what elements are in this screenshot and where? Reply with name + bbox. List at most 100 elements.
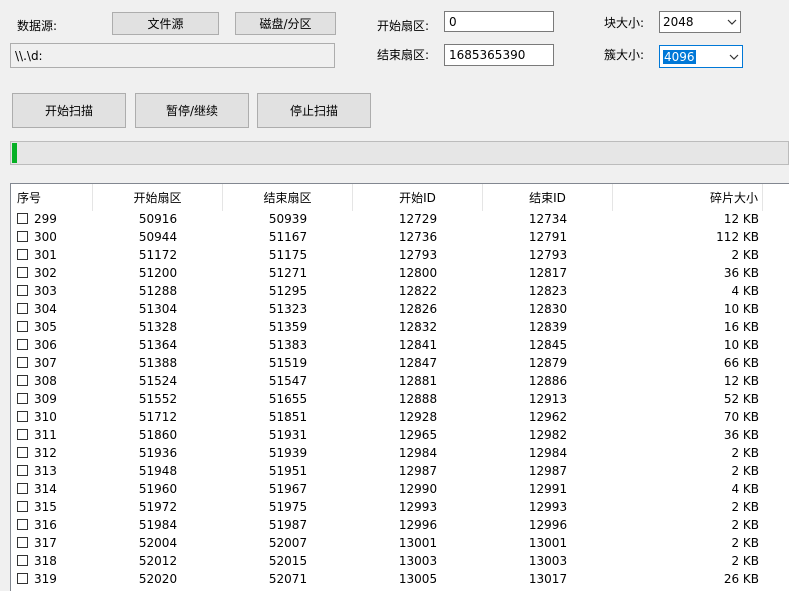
table-row[interactable]: 300 50944 51167 12736 12791 112 KB	[11, 228, 789, 246]
block-size-select[interactable]: 2048	[659, 11, 741, 33]
table-row[interactable]: 311 51860 51931 12965 12982 36 KB	[11, 426, 789, 444]
row-checkbox[interactable]	[17, 501, 28, 512]
table-cell: 309	[34, 392, 57, 406]
column-header[interactable]: 碎片大小	[613, 184, 763, 211]
column-header[interactable]: 结束ID	[483, 184, 613, 211]
table-cell: 2 KB	[731, 464, 759, 478]
row-checkbox[interactable]	[17, 573, 28, 584]
pause-resume-button[interactable]: 暂停/继续	[135, 93, 249, 128]
row-checkbox[interactable]	[17, 357, 28, 368]
table-cell: 314	[34, 482, 57, 496]
table-cell: 51323	[268, 302, 308, 316]
row-checkbox[interactable]	[17, 213, 28, 224]
cluster-size-value: 4096	[663, 49, 696, 64]
table-row[interactable]: 313 51948 51951 12987 12987 2 KB	[11, 462, 789, 480]
source-path-text: \\.\d:	[15, 48, 43, 63]
table-cell: 12822	[398, 284, 438, 298]
table-row[interactable]: 305 51328 51359 12832 12839 16 KB	[11, 318, 789, 336]
table-row[interactable]: 316 51984 51987 12996 12996 2 KB	[11, 516, 789, 534]
row-checkbox[interactable]	[17, 519, 28, 530]
table-cell: 12736	[398, 230, 438, 244]
block-size-label: 块大小:	[604, 16, 645, 30]
table-cell: 12913	[528, 392, 568, 406]
fragment-list[interactable]: 序号 开始扇区 结束扇区 开始ID 结束ID 碎片大小 299 50916 50939 1272…	[10, 183, 789, 591]
table-cell: 12793	[398, 248, 438, 262]
source-path-field[interactable]: \\.\d:	[10, 43, 335, 68]
table-row[interactable]: 314 51960 51967 12990 12991 4 KB	[11, 480, 789, 498]
stop-scan-button[interactable]: 停止扫描	[257, 93, 371, 128]
start-sector-label: 开始扇区:	[377, 19, 430, 33]
table-cell: 2 KB	[731, 536, 759, 550]
table-cell: 311	[34, 428, 57, 442]
table-row[interactable]: 307 51388 51519 12847 12879 66 KB	[11, 354, 789, 372]
start-sector-input[interactable]: 0	[444, 11, 554, 32]
table-row[interactable]: 309 51552 51655 12888 12913 52 KB	[11, 390, 789, 408]
table-row[interactable]: 304 51304 51323 12826 12830 10 KB	[11, 300, 789, 318]
table-cell: 52015	[268, 554, 308, 568]
row-checkbox[interactable]	[17, 231, 28, 242]
cluster-size-select[interactable]: 4096	[659, 45, 743, 68]
start-sector-value: 0	[449, 14, 457, 29]
table-cell: 51519	[268, 356, 308, 370]
start-scan-button[interactable]: 开始扫描	[12, 93, 126, 128]
table-cell: 52004	[138, 536, 178, 550]
row-checkbox[interactable]	[17, 537, 28, 548]
file-source-button[interactable]: 文件源	[112, 12, 219, 35]
disk-partition-button[interactable]: 磁盘/分区	[235, 12, 336, 35]
table-cell: 112 KB	[716, 230, 759, 244]
row-checkbox[interactable]	[17, 555, 28, 566]
table-row[interactable]: 317 52004 52007 13001 13001 2 KB	[11, 534, 789, 552]
row-checkbox[interactable]	[17, 429, 28, 440]
row-checkbox[interactable]	[17, 393, 28, 404]
table-cell: 12984	[528, 446, 568, 460]
row-checkbox[interactable]	[17, 465, 28, 476]
table-cell: 12 KB	[723, 212, 759, 226]
row-checkbox[interactable]	[17, 267, 28, 278]
table-row[interactable]: 306 51364 51383 12841 12845 10 KB	[11, 336, 789, 354]
table-cell: 12832	[398, 320, 438, 334]
table-cell: 12817	[528, 266, 568, 280]
column-header[interactable]: 序号	[11, 184, 93, 211]
table-cell: 12982	[528, 428, 568, 442]
table-cell: 51388	[138, 356, 178, 370]
row-checkbox[interactable]	[17, 321, 28, 332]
table-row[interactable]: 299 50916 50939 12729 12734 12 KB	[11, 210, 789, 228]
table-row[interactable]: 310 51712 51851 12928 12962 70 KB	[11, 408, 789, 426]
table-row[interactable]: 315 51972 51975 12993 12993 2 KB	[11, 498, 789, 516]
table-cell: 299	[34, 212, 57, 226]
table-cell: 13005	[398, 572, 438, 586]
column-header[interactable]: 结束扇区	[223, 184, 353, 211]
table-cell: 13003	[528, 554, 568, 568]
table-cell: 302	[34, 266, 57, 280]
table-row[interactable]: 312 51936 51939 12984 12984 2 KB	[11, 444, 789, 462]
row-checkbox[interactable]	[17, 285, 28, 296]
row-checkbox[interactable]	[17, 447, 28, 458]
row-checkbox[interactable]	[17, 483, 28, 494]
table-row[interactable]: 319 52020 52071 13005 13017 26 KB	[11, 570, 789, 588]
table-cell: 12839	[528, 320, 568, 334]
table-cell: 51295	[268, 284, 308, 298]
table-cell: 12993	[528, 500, 568, 514]
row-checkbox[interactable]	[17, 339, 28, 350]
row-checkbox[interactable]	[17, 411, 28, 422]
table-cell: 308	[34, 374, 57, 388]
table-cell: 12991	[528, 482, 568, 496]
table-cell: 2 KB	[731, 248, 759, 262]
table-row[interactable]: 303 51288 51295 12822 12823 4 KB	[11, 282, 789, 300]
table-row[interactable]: 318 52012 52015 13003 13003 2 KB	[11, 552, 789, 570]
table-cell: 51987	[268, 518, 308, 532]
table-row[interactable]: 308 51524 51547 12881 12886 12 KB	[11, 372, 789, 390]
table-cell: 51304	[138, 302, 178, 316]
end-sector-input[interactable]: 1685365390	[444, 44, 554, 66]
column-header[interactable]: 开始扇区	[93, 184, 223, 211]
table-row[interactable]: 302 51200 51271 12800 12817 36 KB	[11, 264, 789, 282]
table-row[interactable]: 301 51172 51175 12793 12793 2 KB	[11, 246, 789, 264]
row-checkbox[interactable]	[17, 303, 28, 314]
list-header: 序号 开始扇区 结束扇区 开始ID 结束ID 碎片大小	[11, 184, 789, 211]
row-checkbox[interactable]	[17, 249, 28, 260]
table-cell: 51167	[268, 230, 308, 244]
table-cell: 51984	[138, 518, 178, 532]
column-header[interactable]: 开始ID	[353, 184, 483, 211]
table-cell: 12 KB	[723, 374, 759, 388]
row-checkbox[interactable]	[17, 375, 28, 386]
